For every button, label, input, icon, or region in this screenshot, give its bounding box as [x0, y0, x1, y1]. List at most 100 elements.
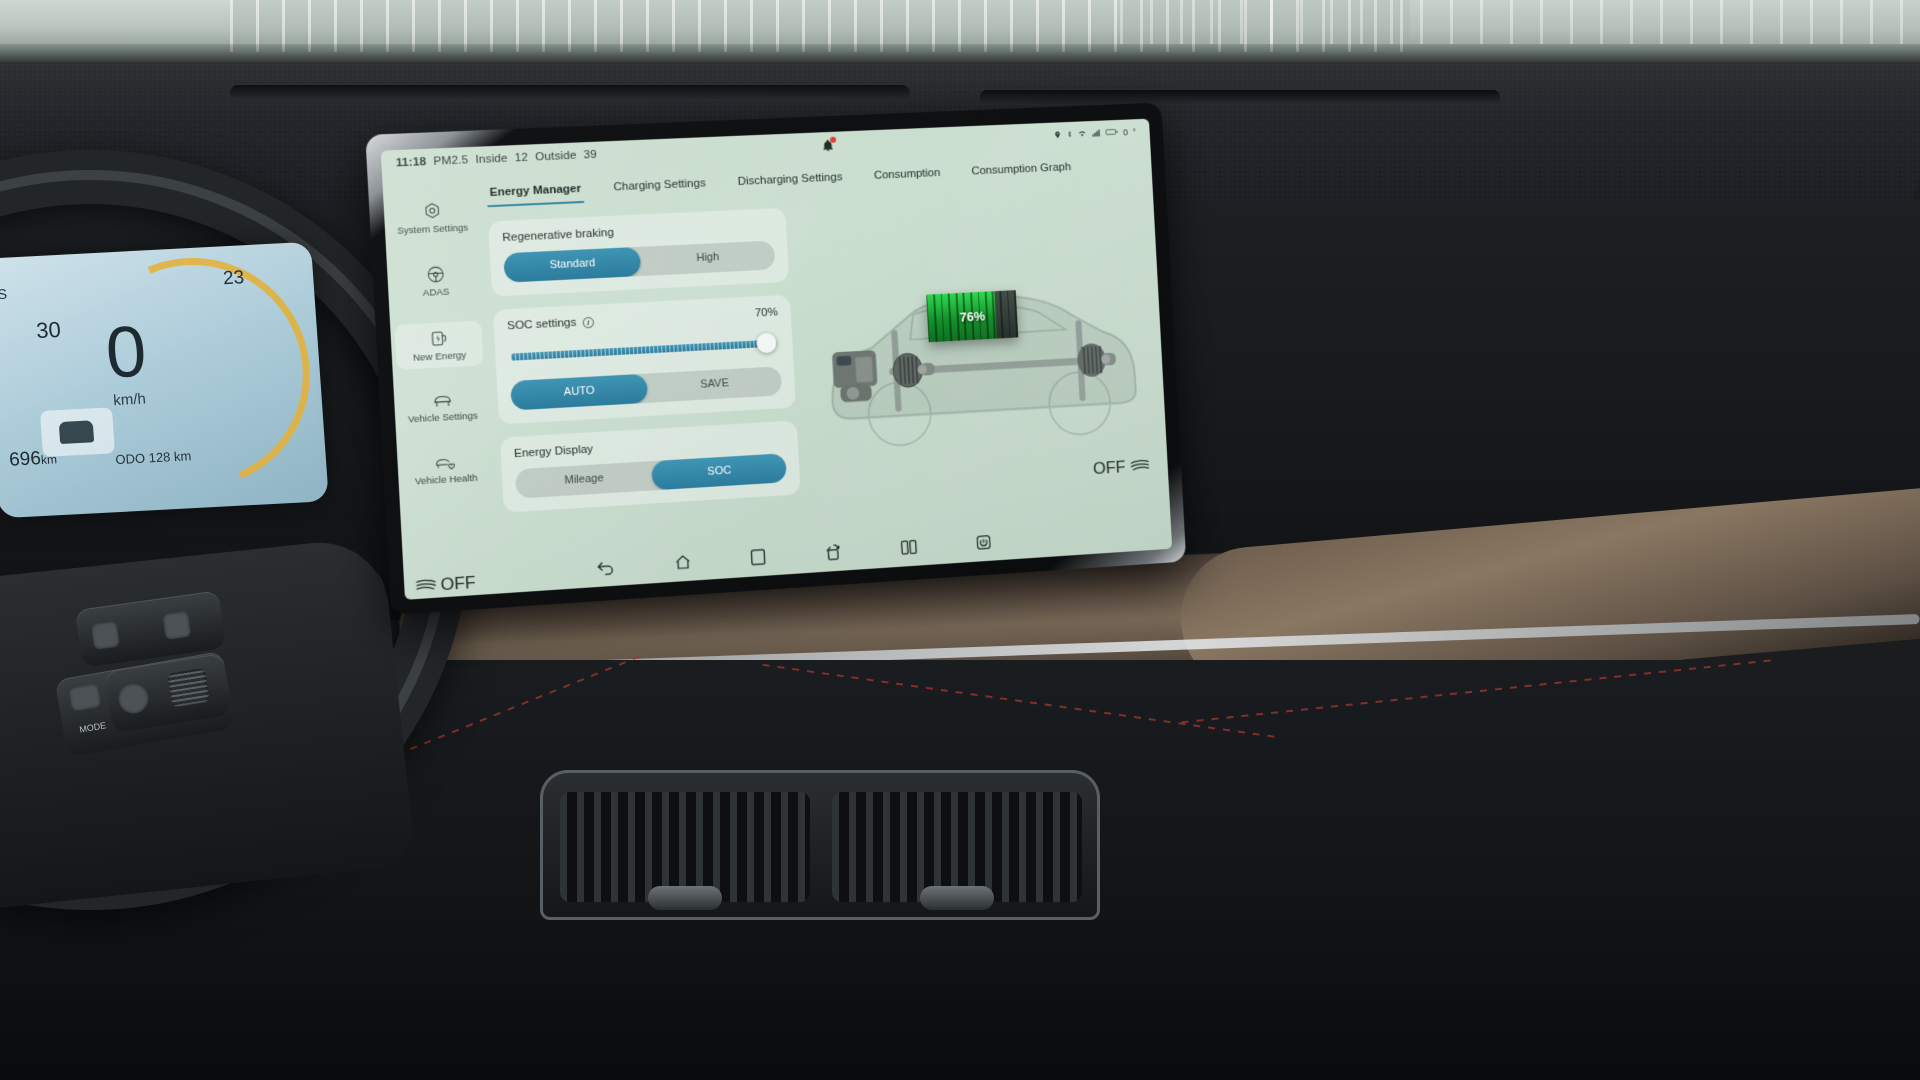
notification-badge [830, 136, 837, 143]
energy-display-segmented-control[interactable]: Mileage SOC [514, 453, 788, 499]
sidebar-item-label: Vehicle Health [414, 472, 478, 488]
defroster-vent-right [980, 90, 1500, 104]
regen-card-title: Regenerative braking [502, 226, 615, 245]
back-icon[interactable] [595, 558, 615, 580]
sidebar-item-label: System Settings [396, 222, 469, 237]
vehicle-powertrain-diagram: 76% [800, 205, 1164, 528]
status-outside-value: 39 [583, 148, 598, 162]
info-circle-icon[interactable]: i [582, 316, 594, 328]
railing-outside-2 [1120, 0, 1920, 44]
soc-slider-handle[interactable] [756, 332, 778, 354]
soc-mode-segmented-control[interactable]: AUTO SAVE [510, 366, 783, 411]
energy-display-option-mileage[interactable]: Mileage [515, 461, 653, 499]
cluster-range-value: 696 [8, 448, 42, 471]
status-pm25-label: PM2.5 [433, 154, 469, 168]
mic-button[interactable] [162, 610, 192, 640]
odo-value: 128 [148, 449, 171, 466]
odo-label: ODO [114, 450, 146, 468]
climate-right-label: OFF [1092, 457, 1127, 479]
soc-card-title: SOC settings [506, 316, 577, 333]
fan-lines-icon-left [414, 575, 438, 597]
vent-knob-left[interactable] [648, 886, 722, 910]
cluster-gear-indicator: S [0, 285, 8, 303]
tab-charging-settings[interactable]: Charging Settings [610, 175, 709, 201]
soc-mode-save[interactable]: SAVE [646, 366, 782, 403]
primary-sidebar[interactable]: System Settings ADAS New Energy Vehicle … [382, 173, 498, 565]
tab-energy-manager[interactable]: Energy Manager [486, 181, 585, 208]
climate-status-right[interactable]: OFF [1093, 456, 1151, 479]
soc-slider[interactable] [510, 332, 778, 366]
defroster-vent-left [230, 85, 910, 101]
cluster-gauge-arc [45, 241, 329, 519]
energy-display-card: Energy Display Mileage SOC [499, 420, 801, 513]
center-touchscreen[interactable]: 11:18 PM2.5 Inside 12 Outside 39 0 ° Sys… [365, 102, 1187, 616]
dpad-button[interactable] [116, 681, 151, 716]
energy-display-option-soc[interactable]: SOC [651, 453, 787, 490]
bell-icon[interactable] [822, 136, 837, 151]
vehicle-outline-svg [800, 205, 1164, 528]
scroll-pad-button[interactable] [167, 667, 210, 708]
regen-segmented-control[interactable]: Standard High [503, 240, 776, 283]
energy-display-title: Energy Display [513, 443, 594, 461]
status-inside-value: 12 [514, 151, 529, 165]
regen-option-high[interactable]: High [640, 240, 776, 276]
ev-charge-icon [428, 328, 449, 348]
status-bar-left: 11:18 PM2.5 Inside 12 Outside 39 [396, 149, 597, 170]
home-icon[interactable] [673, 552, 692, 576]
center-air-vent[interactable] [540, 770, 1100, 920]
battery-percent-label: 76% [959, 308, 986, 325]
main-content: Regenerative braking Standard High SOC s… [488, 191, 1165, 558]
cluster-speed-value: 0 [103, 311, 149, 394]
car-interior-scene: MODE S 23 30 0 km/h 696km ODO 128 km 11:… [0, 0, 1920, 1080]
battery-icon [1106, 128, 1119, 138]
car-heart-icon [434, 453, 458, 472]
sidebar-item-system-settings[interactable]: System Settings [387, 194, 476, 243]
status-time: 11:18 [395, 155, 427, 170]
sidebar-item-vehicle-health[interactable]: Vehicle Health [401, 445, 490, 493]
tab-consumption-graph[interactable]: Consumption Graph [968, 159, 1074, 185]
tab-discharging-settings[interactable]: Discharging Settings [734, 169, 846, 196]
status-bar-center [596, 129, 1054, 161]
cluster-speed-unit: km/h [112, 390, 147, 410]
regen-card-title-row: Regenerative braking [502, 219, 773, 244]
sidebar-item-label: New Energy [412, 349, 467, 364]
climate-left-label: OFF [440, 572, 477, 595]
car-seat-icon [431, 392, 454, 411]
soc-card-title-row: SOC settings i 70% [507, 306, 778, 332]
status-inside-label: Inside [475, 152, 508, 167]
cluster-temperature: 23 [222, 267, 245, 290]
soc-settings-card: SOC settings i 70% AUTO SAVE [492, 294, 796, 425]
sidebar-item-vehicle-settings[interactable]: Vehicle Settings [398, 384, 487, 432]
soc-slider-fill [510, 340, 762, 361]
instrument-cluster: S 23 30 0 km/h 696km ODO 128 km [0, 241, 329, 519]
power-icon[interactable] [974, 532, 993, 556]
recents-icon[interactable] [749, 547, 766, 571]
status-outside-label: Outside [534, 149, 577, 164]
volume-button[interactable] [68, 682, 102, 712]
split-screen-icon[interactable] [899, 538, 919, 560]
location-icon [1054, 130, 1062, 141]
sidebar-item-adas[interactable]: ADAS [391, 257, 480, 307]
soc-mode-auto[interactable]: AUTO [510, 374, 648, 411]
climate-status-left[interactable]: OFF [414, 573, 476, 597]
sidebar-item-label: Vehicle Settings [407, 410, 479, 426]
bluetooth-icon [1066, 129, 1073, 140]
battery-pack: 76% [926, 290, 1019, 343]
screen-surface: 11:18 PM2.5 Inside 12 Outside 39 0 ° Sys… [380, 118, 1173, 600]
sidebar-item-new-energy[interactable]: New Energy [394, 320, 484, 371]
soc-value-label: 70% [754, 306, 779, 320]
screenshot-icon[interactable] [823, 542, 843, 566]
fan-lines-icon [1129, 456, 1151, 477]
vent-knob-right[interactable] [920, 886, 994, 910]
mode-label: MODE [78, 720, 107, 735]
screen-bezel: 11:18 PM2.5 Inside 12 Outside 39 0 ° Sys… [365, 102, 1187, 616]
phone-button[interactable] [90, 620, 121, 651]
sidebar-item-label: ADAS [422, 286, 450, 300]
cluster-speed-limit: 30 [35, 316, 62, 344]
settings-column: Regenerative braking Standard High SOC s… [488, 207, 809, 559]
tab-consumption[interactable]: Consumption [871, 165, 944, 190]
cluster-vehicle-body [58, 420, 95, 445]
battery-level-text: 0 [1122, 127, 1129, 138]
regen-option-standard[interactable]: Standard [503, 247, 641, 283]
degree-symbol: ° [1132, 127, 1137, 137]
